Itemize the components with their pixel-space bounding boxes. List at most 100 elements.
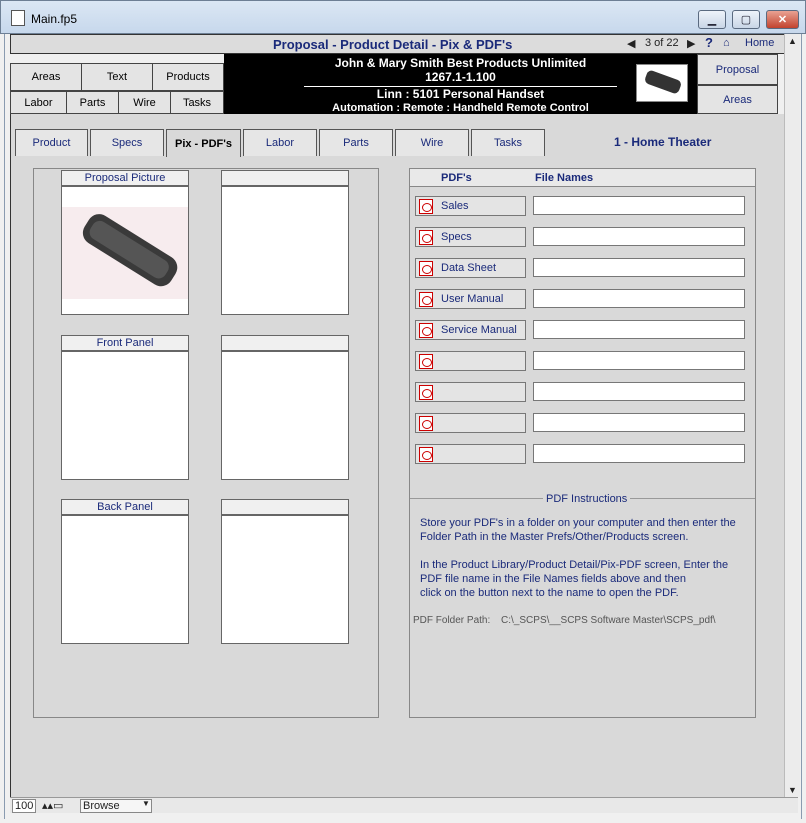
window-title: Main.fp5	[31, 12, 78, 26]
nav-products-button[interactable]: Products	[152, 63, 224, 91]
banner-code: 1267.1-1.100	[425, 70, 496, 84]
tab-parts[interactable]: Parts	[319, 129, 393, 156]
nav-text-button[interactable]: Text	[81, 63, 153, 91]
back-panel-label: Back Panel	[61, 499, 189, 515]
nav-tasks-button[interactable]: Tasks	[170, 91, 224, 114]
pdf-icon	[419, 447, 433, 462]
pdf-filename-field[interactable]	[533, 320, 745, 339]
proposal-picture-label: Proposal Picture	[61, 170, 189, 186]
tab-product[interactable]: Product	[15, 129, 88, 156]
app-icon	[11, 10, 25, 26]
pdf-open-button[interactable]	[415, 382, 526, 402]
instr-line: In the Product Library/Product Detail/Pi…	[420, 559, 729, 571]
nav-parts-button[interactable]: Parts	[66, 91, 119, 114]
pdf-icon	[419, 261, 433, 276]
pdf-filename-field[interactable]	[533, 382, 745, 401]
pdf-label: Specs	[441, 231, 472, 243]
pdf-filename-field[interactable]	[533, 289, 745, 308]
zoom-level[interactable]: 100	[12, 799, 37, 813]
pdf-path-value: C:\_SCPS\__SCPS Software Master\SCPS_pdf…	[501, 615, 716, 626]
nav-wire-button[interactable]: Wire	[118, 91, 171, 114]
header-bar: Proposal - Product Detail - Pix & PDF's …	[10, 34, 798, 54]
pdf-icon	[419, 323, 433, 338]
home-icon[interactable]: ⌂	[723, 37, 730, 49]
pdf-filename-field[interactable]	[533, 258, 745, 277]
instr-line: PDF file name in the File Names fields a…	[420, 573, 686, 585]
front-panel-label: Front Panel	[61, 335, 189, 351]
nav-areas-button[interactable]: Areas	[10, 63, 82, 91]
pdf-header: PDF's File Names	[410, 169, 755, 187]
pdf-icon	[419, 230, 433, 245]
help-icon[interactable]: ?	[705, 35, 713, 50]
vertical-scrollbar[interactable]: ▲ ▼	[784, 34, 800, 797]
pdf-instructions: PDF Instructions Store your PDF's in a f…	[410, 492, 755, 628]
window-titlebar: Main.fp5 ▁ ▢ ✕	[0, 0, 806, 34]
pdf-label: Sales	[441, 200, 469, 212]
pdfs-column-label: PDF's	[441, 172, 472, 184]
tab-specs[interactable]: Specs	[90, 129, 164, 156]
home-link[interactable]: Home	[745, 37, 774, 49]
maximize-button[interactable]: ▢	[732, 10, 760, 29]
tab-tasks[interactable]: Tasks	[471, 129, 545, 156]
pdf-open-button[interactable]	[415, 444, 526, 464]
back-panel-picture[interactable]	[61, 515, 189, 644]
proposal-button[interactable]: Proposal	[697, 54, 778, 85]
areas-button[interactable]: Areas	[697, 85, 778, 114]
pdf-open-button[interactable]: User Manual	[415, 289, 526, 309]
extra-picture-label-2	[221, 335, 349, 351]
banner-client: John & Mary Smith Best Products Unlimite…	[334, 56, 587, 70]
instructions-heading: PDF Instructions	[543, 492, 631, 506]
nav-labor-button[interactable]: Labor	[10, 91, 67, 114]
instr-line: Store your PDF's in a folder on your com…	[420, 517, 736, 529]
tab-pix-pdfs[interactable]: Pix - PDF's	[166, 129, 241, 157]
pdf-path-label: PDF Folder Path:	[413, 615, 491, 626]
scroll-down-icon[interactable]: ▼	[785, 785, 800, 795]
pdf-filename-field[interactable]	[533, 351, 745, 370]
pdf-filename-field[interactable]	[533, 444, 745, 463]
product-thumbnail	[636, 64, 688, 102]
project-banner: John & Mary Smith Best Products Unlimite…	[224, 54, 697, 114]
mode-dropdown-icon[interactable]: ▼	[142, 799, 150, 808]
instr-line: Folder Path in the Master Prefs/Other/Pr…	[420, 531, 689, 543]
zoom-icons[interactable]: ▴▴▭	[42, 799, 63, 812]
pdf-filename-field[interactable]	[533, 196, 745, 215]
front-panel-picture[interactable]	[61, 351, 189, 480]
extra-picture-label-3	[221, 499, 349, 515]
banner-product: Linn : 5101 Personal Handset	[304, 86, 617, 101]
pdf-open-button[interactable]	[415, 351, 526, 371]
pdf-icon	[419, 354, 433, 369]
room-label: 1 - Home Theater	[614, 135, 712, 149]
pdf-label: Data Sheet	[441, 262, 497, 274]
pdf-label: User Manual	[441, 293, 504, 305]
filenames-column-label: File Names	[535, 172, 594, 184]
pdf-filename-field[interactable]	[533, 227, 745, 246]
extra-picture-3[interactable]	[221, 515, 349, 644]
pdf-open-button[interactable]: Service Manual	[415, 320, 526, 340]
pdf-icon	[419, 416, 433, 431]
pdf-panel	[409, 168, 756, 718]
pdf-icon	[419, 385, 433, 400]
extra-picture-2[interactable]	[221, 351, 349, 480]
pdf-open-button[interactable]	[415, 413, 526, 433]
tab-wire[interactable]: Wire	[395, 129, 469, 156]
extra-picture-label-1	[221, 170, 349, 186]
tab-labor[interactable]: Labor	[243, 129, 317, 156]
record-counter: 3 of 22	[645, 37, 679, 49]
pdf-icon	[419, 199, 433, 214]
pdf-open-button[interactable]: Sales	[415, 196, 526, 216]
banner-category: Automation : Remote : Handheld Remote Co…	[332, 102, 589, 114]
close-button[interactable]: ✕	[766, 10, 799, 29]
proposal-picture[interactable]	[61, 186, 189, 315]
pdf-open-button[interactable]: Data Sheet	[415, 258, 526, 278]
extra-picture-1[interactable]	[221, 186, 349, 315]
pdf-open-button[interactable]: Specs	[415, 227, 526, 247]
page-title: Proposal - Product Detail - Pix & PDF's	[273, 37, 513, 52]
instr-line: click on the button next to the name to …	[420, 587, 679, 599]
minimize-button[interactable]: ▁	[698, 10, 726, 29]
pdf-label: Service Manual	[441, 324, 517, 336]
next-record-icon[interactable]: ▶	[687, 37, 695, 50]
prev-record-icon[interactable]: ◀	[627, 37, 635, 50]
pdf-icon	[419, 292, 433, 307]
scroll-up-icon[interactable]: ▲	[785, 36, 800, 46]
pdf-filename-field[interactable]	[533, 413, 745, 432]
